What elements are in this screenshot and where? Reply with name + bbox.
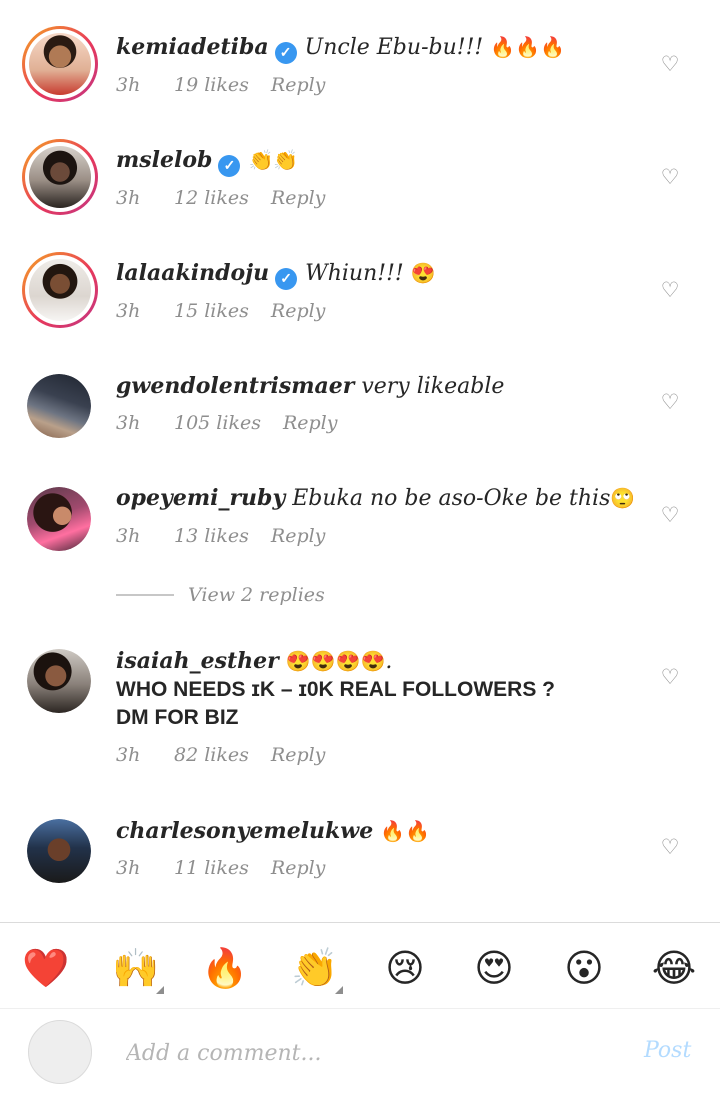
- reply-button[interactable]: Reply: [271, 525, 326, 547]
- avatar[interactable]: [27, 487, 91, 551]
- divider: [0, 922, 720, 923]
- comment-text: Ebuka no be aso-Oke be this: [292, 486, 611, 511]
- comment-text-line: DM FOR BIZ: [116, 706, 239, 729]
- heart-emoji-button[interactable]: ❤️: [16, 938, 76, 998]
- avatar[interactable]: [27, 819, 91, 883]
- avatar[interactable]: [27, 649, 91, 713]
- reply-button[interactable]: Reply: [271, 187, 326, 209]
- clapping-emoji-button[interactable]: 👏: [285, 938, 345, 998]
- raising-hands-emoji: 🙌: [112, 946, 160, 990]
- reply-button[interactable]: Reply: [271, 744, 326, 766]
- like-heart-icon[interactable]: ♡: [658, 836, 682, 858]
- reply-button[interactable]: Reply: [271, 300, 326, 322]
- comment-likes[interactable]: 15 likes: [174, 300, 249, 322]
- view-replies-button[interactable]: View 2 replies: [116, 584, 325, 612]
- like-heart-icon[interactable]: ♡: [658, 391, 682, 413]
- like-heart-icon[interactable]: ♡: [658, 166, 682, 188]
- comment-emoji: 🔥🔥: [380, 819, 431, 843]
- comment-emoji: 😍: [410, 261, 436, 285]
- view-replies-line: [116, 594, 174, 596]
- clapping-emoji: 👏: [291, 946, 339, 990]
- comment-username[interactable]: isaiah_esther: [116, 648, 279, 674]
- comment-emoji: 😍😍😍😍: [285, 649, 386, 673]
- surprised-emoji-button[interactable]: 😮: [554, 938, 614, 998]
- comment-text-line: WHO NEEDS ɪK – ɪ0K REAL FOLLOWERS ?: [116, 678, 555, 701]
- heart-eyes-emoji-button[interactable]: 😍: [464, 938, 524, 998]
- skin-tone-indicator-icon: [335, 986, 343, 994]
- comment-time: 3h: [116, 525, 141, 547]
- comment-username[interactable]: kemiadetiba: [116, 34, 269, 60]
- comment-time: 3h: [116, 412, 141, 434]
- comment-time: 3h: [116, 744, 141, 766]
- avatar[interactable]: [22, 139, 98, 215]
- reply-button[interactable]: Reply: [283, 412, 338, 434]
- verified-badge-icon: ✓: [275, 268, 298, 290]
- comment-input[interactable]: [126, 1036, 626, 1070]
- comment-username[interactable]: lalaakindoju: [116, 260, 269, 286]
- comment-username[interactable]: charlesonyemelukwe: [116, 818, 373, 844]
- comment-emoji: 🔥🔥🔥: [490, 35, 565, 59]
- like-heart-icon[interactable]: ♡: [658, 666, 682, 688]
- like-heart-icon[interactable]: ♡: [658, 279, 682, 301]
- post-button[interactable]: Post: [644, 1038, 691, 1063]
- divider: [0, 1008, 720, 1009]
- comment-text: .: [385, 649, 393, 674]
- comment-text: very likeable: [361, 374, 505, 399]
- like-heart-icon[interactable]: ♡: [658, 504, 682, 526]
- comment-username[interactable]: opeyemi_ruby: [116, 485, 285, 511]
- comment-likes[interactable]: 11 likes: [174, 857, 249, 879]
- raising-hands-emoji-button[interactable]: 🙌: [106, 938, 166, 998]
- comment-likes[interactable]: 105 likes: [174, 412, 261, 434]
- comment-username[interactable]: mslelob: [116, 147, 212, 173]
- verified-badge-icon: ✓: [274, 42, 297, 64]
- comment-time: 3h: [116, 187, 141, 209]
- avatar[interactable]: [22, 252, 98, 328]
- comment-emoji: 🙄: [610, 486, 636, 510]
- comment-text: Whiun!!!: [305, 261, 404, 286]
- fire-emoji-button[interactable]: 🔥: [195, 938, 255, 998]
- skin-tone-indicator-icon: [156, 986, 164, 994]
- current-user-avatar: [28, 1020, 92, 1084]
- view-replies-label: View 2 replies: [188, 584, 325, 606]
- comment-time: 3h: [116, 857, 141, 879]
- crying-emoji-button[interactable]: 😢: [375, 938, 435, 998]
- laughing-emoji-button[interactable]: 😂: [644, 938, 704, 998]
- avatar[interactable]: [22, 26, 98, 102]
- comment-time: 3h: [116, 300, 141, 322]
- comment-likes[interactable]: 12 likes: [174, 187, 249, 209]
- comment-likes[interactable]: 19 likes: [174, 74, 249, 96]
- verified-badge-icon: ✓: [218, 155, 241, 177]
- comment-username[interactable]: gwendolentrismaer: [116, 373, 354, 399]
- reply-button[interactable]: Reply: [271, 74, 326, 96]
- comment-time: 3h: [116, 74, 141, 96]
- comment-likes[interactable]: 82 likes: [174, 744, 249, 766]
- comment-likes[interactable]: 13 likes: [174, 525, 249, 547]
- avatar[interactable]: [27, 374, 91, 438]
- emoji-quick-bar: ❤️ 🙌 🔥 👏 😢 😍 😮 😂: [0, 930, 720, 1002]
- like-heart-icon[interactable]: ♡: [658, 53, 682, 75]
- comment-emoji: 👏👏: [248, 148, 299, 172]
- comment-text: Uncle Ebu-bu!!!: [304, 35, 484, 60]
- reply-button[interactable]: Reply: [271, 857, 326, 879]
